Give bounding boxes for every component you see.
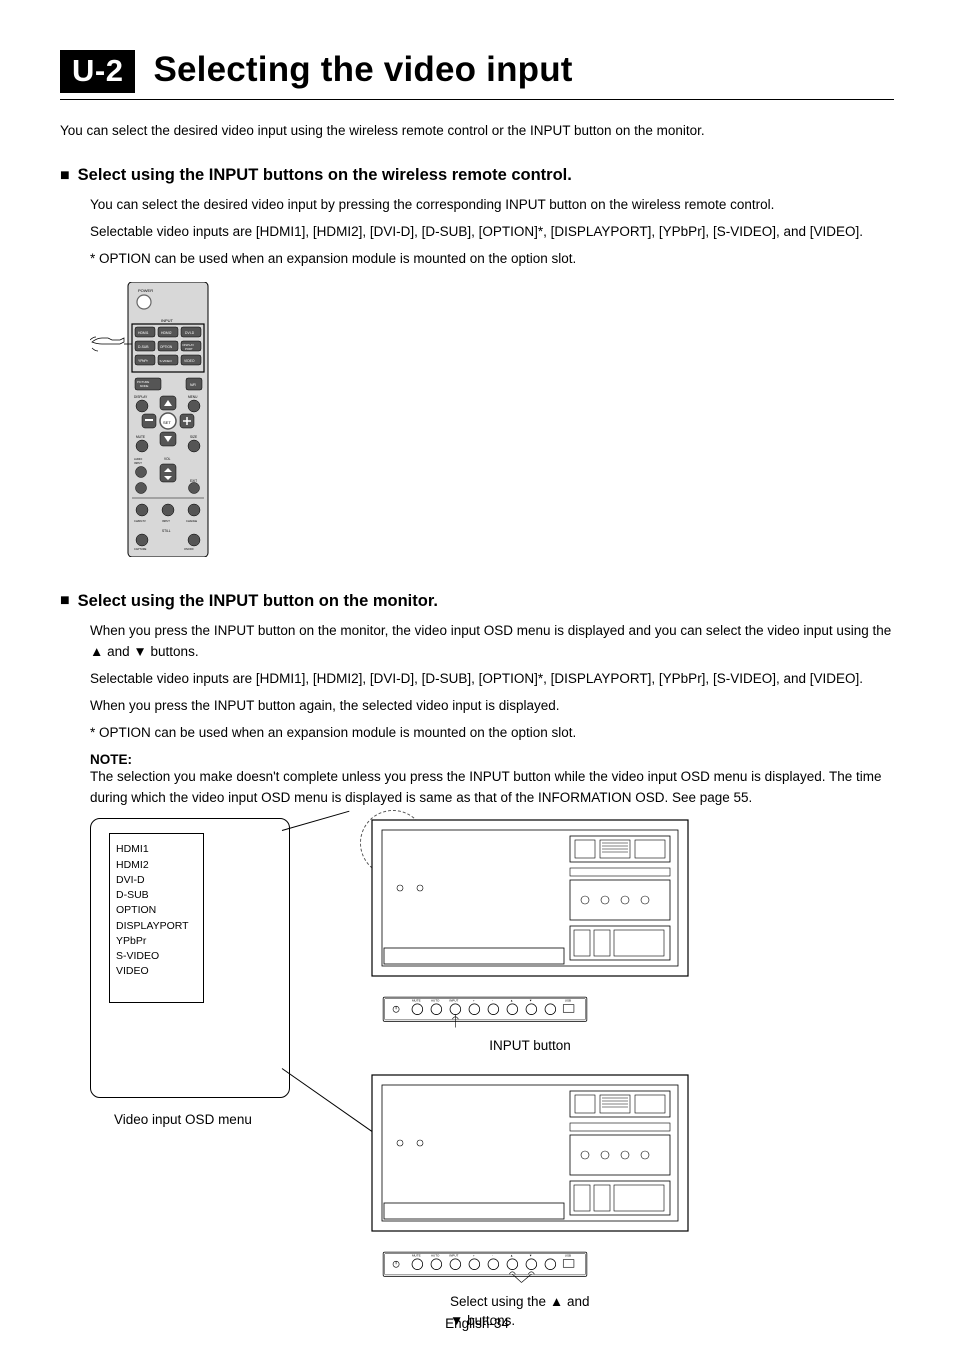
monitor-back-illustration — [370, 818, 690, 978]
osd-item: HDMI1 — [116, 842, 197, 857]
svg-text:▲: ▲ — [510, 999, 513, 1003]
osd-item: D-SUB — [116, 888, 197, 903]
svg-text:USB: USB — [565, 1254, 571, 1258]
osd-menu-inner: HDMI1 HDMI2 DVI-D D-SUB OPTION DISPLAYPO… — [109, 833, 204, 1003]
svg-text:YPbPr: YPbPr — [138, 359, 149, 363]
svg-text:INPUT: INPUT — [162, 519, 170, 523]
note-text: The selection you make doesn't complete … — [90, 767, 894, 809]
svg-text:DVI-D: DVI-D — [185, 331, 195, 335]
input-button-caption: INPUT button — [350, 1038, 710, 1053]
svg-text:AUDIO: AUDIO — [134, 457, 142, 461]
svg-text:STILL: STILL — [162, 529, 171, 533]
svg-text:MENU: MENU — [188, 395, 198, 399]
section2-heading: ■ Select using the INPUT button on the m… — [60, 592, 894, 611]
svg-text:MUTE: MUTE — [412, 999, 421, 1003]
svg-text:MUTE: MUTE — [136, 435, 145, 439]
svg-text:N/R: N/R — [190, 383, 196, 387]
svg-text:S-VIDEO: S-VIDEO — [160, 359, 173, 363]
svg-text:ON/OFF: ON/OFF — [184, 547, 194, 551]
svg-text:▼: ▼ — [529, 999, 532, 1003]
svg-text:CH/RGTV: CH/RGTV — [134, 519, 146, 523]
svg-text:SIZE: SIZE — [190, 435, 197, 439]
section1-line2: Selectable video inputs are [HDMI1], [HD… — [90, 222, 894, 243]
svg-text:DISPLAY: DISPLAY — [134, 395, 148, 399]
up-triangle-icon: ▲ — [550, 1293, 563, 1312]
osd-item: OPTION — [116, 903, 197, 918]
svg-text:+: + — [473, 999, 475, 1003]
remote-illustration: POWER INPUT HDMI1 HDMI2 DVI-D D-SUB OPTI… — [90, 282, 894, 562]
svg-text:SET: SET — [163, 420, 171, 425]
osd-item: YPbPr — [116, 934, 197, 949]
osd-caption: Video input OSD menu — [114, 1112, 300, 1127]
svg-text:▼: ▼ — [529, 1254, 532, 1258]
svg-text:MUTE: MUTE — [412, 1254, 421, 1258]
svg-text:USB: USB — [565, 999, 571, 1003]
intro-text: You can select the desired video input u… — [60, 122, 894, 140]
svg-text:HDMI2: HDMI2 — [161, 331, 172, 335]
section2-heading-text: Select using the INPUT button on the mon… — [78, 592, 438, 611]
svg-text:D-SUB: D-SUB — [138, 345, 149, 349]
svg-text:-: - — [492, 999, 493, 1003]
svg-text:HDMI1: HDMI1 — [138, 331, 149, 335]
section2-line4: * OPTION can be used when an expansion m… — [90, 723, 894, 744]
osd-item: VIDEO — [116, 964, 197, 979]
section1-heading-text: Select using the INPUT buttons on the wi… — [78, 166, 572, 185]
svg-text:CAPTURE: CAPTURE — [134, 547, 147, 551]
note-label: NOTE: — [90, 752, 894, 767]
chapter-badge: U-2 — [60, 50, 135, 93]
chapter-title: Selecting the video input — [153, 50, 572, 90]
svg-text:INPUT: INPUT — [134, 461, 142, 465]
page-footer: English-34 — [0, 1316, 954, 1331]
section2-line1: When you press the INPUT button on the m… — [90, 621, 894, 663]
svg-text:VIDEO: VIDEO — [184, 359, 195, 363]
svg-text:-: - — [492, 1254, 493, 1258]
monitor-back-illustration — [370, 1073, 690, 1233]
bullet-square-icon: ■ — [60, 168, 70, 184]
section1-line3: * OPTION can be used when an expansion m… — [90, 249, 894, 270]
remote-input-label: INPUT — [161, 318, 174, 323]
button-panel-illustration: MUTE AUTO INPUT + - ▲ ▼ USB — [350, 1246, 620, 1284]
up-triangle-icon: ▲ — [90, 642, 103, 663]
osd-menu-frame: HDMI1 HDMI2 DVI-D D-SUB OPTION DISPLAYPO… — [90, 818, 290, 1098]
button-panel-illustration: MUTE AUTO INPUT + - ▲ ▼ USB — [350, 991, 620, 1029]
down-triangle-icon: ▼ — [133, 642, 146, 663]
svg-text:INPUT: INPUT — [449, 1254, 458, 1258]
svg-text:OPTION: OPTION — [160, 345, 173, 349]
svg-text:+: + — [473, 1254, 475, 1258]
svg-text:AUTO: AUTO — [431, 1254, 440, 1258]
svg-text:INPUT: INPUT — [449, 999, 458, 1003]
svg-text:MODE: MODE — [140, 384, 149, 388]
section2-line3: When you press the INPUT button again, t… — [90, 696, 894, 717]
section2-line2: Selectable video inputs are [HDMI1], [HD… — [90, 669, 894, 690]
osd-item: HDMI2 — [116, 858, 197, 873]
osd-item: DVI-D — [116, 873, 197, 888]
osd-item: DISPLAYPORT — [116, 919, 197, 934]
svg-text:▲: ▲ — [510, 1254, 513, 1258]
bullet-square-icon: ■ — [60, 593, 70, 609]
chapter-heading: U-2 Selecting the video input — [60, 50, 894, 100]
svg-text:CHANGE: CHANGE — [186, 519, 197, 523]
section1-line1: You can select the desired video input b… — [90, 195, 894, 216]
section1-heading: ■ Select using the INPUT buttons on the … — [60, 166, 894, 185]
svg-text:PORT: PORT — [185, 347, 193, 351]
remote-power-label: POWER — [138, 288, 153, 293]
svg-text:AUTO: AUTO — [431, 999, 440, 1003]
svg-text:VOL: VOL — [164, 457, 171, 461]
osd-item: S-VIDEO — [116, 949, 197, 964]
